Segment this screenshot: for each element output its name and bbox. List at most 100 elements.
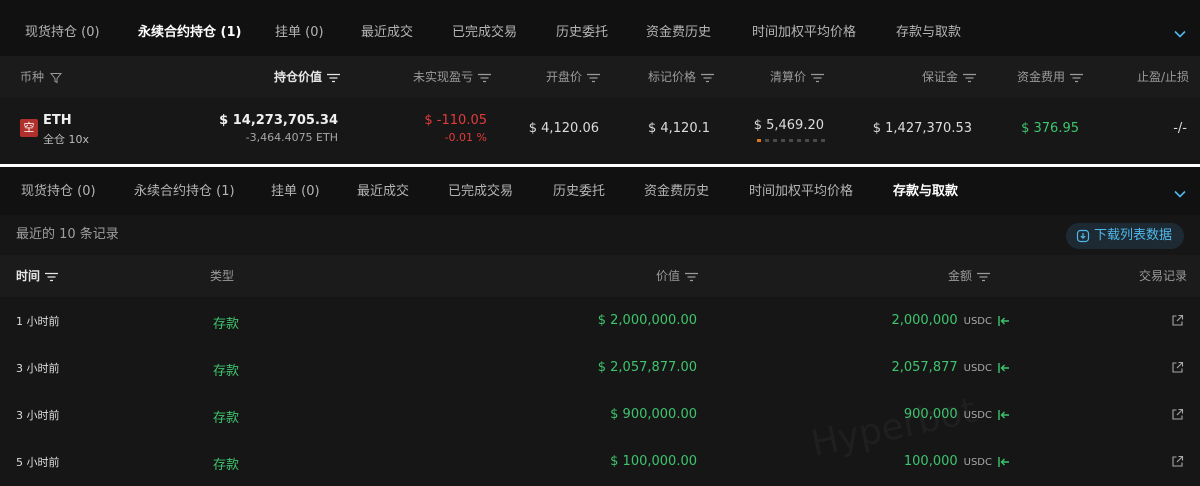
sort-icon[interactable] bbox=[811, 73, 825, 83]
column-funding[interactable]: 资金费用 bbox=[1017, 56, 1084, 98]
download-list-button[interactable]: 下载列表数据 bbox=[1065, 223, 1184, 249]
column-mark-price[interactable]: 标记价格 bbox=[648, 56, 715, 98]
tab-twap[interactable]: 时间加权平均价格 bbox=[749, 167, 853, 215]
external-link-icon[interactable] bbox=[1171, 408, 1184, 421]
external-link-icon[interactable] bbox=[1171, 314, 1184, 327]
table-row[interactable]: 3 小时前 存款 $ 2,057,877.00 2,057,877 USDC bbox=[0, 344, 1200, 391]
tab-recent-trades[interactable]: 最近成交 bbox=[361, 0, 413, 56]
tab-open-orders[interactable]: 挂单 (0) bbox=[275, 0, 324, 56]
liquidation-risk-meter bbox=[757, 139, 829, 142]
risk-segment bbox=[757, 139, 761, 142]
arrow-in-icon bbox=[998, 456, 1009, 467]
tab-bar: 现货持仓 (0) 永续合约持仓 (1) 挂单 (0) 最近成交 已完成交易 历史… bbox=[0, 0, 1200, 56]
short-side-badge: 空 bbox=[20, 119, 38, 137]
tab-bar: 现货持仓 (0) 永续合约持仓 (1) 挂单 (0) 最近成交 已完成交易 历史… bbox=[0, 167, 1200, 215]
risk-segment bbox=[797, 139, 801, 142]
record-count: 最近的 10 条记录 bbox=[16, 227, 119, 242]
tab-deposits-withdrawals[interactable]: 存款与取款 bbox=[896, 0, 961, 56]
tab-order-history[interactable]: 历史委托 bbox=[556, 0, 608, 56]
record-time: 5 小时前 bbox=[16, 456, 60, 469]
record-type: 存款 bbox=[213, 458, 240, 473]
chevron-down-icon[interactable] bbox=[1172, 186, 1188, 202]
column-amount[interactable]: 金额 bbox=[948, 255, 991, 297]
sort-icon[interactable] bbox=[977, 272, 991, 282]
arrow-in-icon bbox=[998, 409, 1009, 420]
column-coin[interactable]: 币种 bbox=[20, 56, 63, 98]
record-time: 3 小时前 bbox=[16, 362, 60, 375]
record-time: 3 小时前 bbox=[16, 409, 60, 422]
sort-icon[interactable] bbox=[1070, 73, 1084, 83]
column-entry-price[interactable]: 开盘价 bbox=[546, 56, 601, 98]
deposits-withdrawals-panel: 现货持仓 (0) 永续合约持仓 (1) 挂单 (0) 最近成交 已完成交易 历史… bbox=[0, 167, 1200, 486]
record-type: 存款 bbox=[213, 317, 240, 332]
tab-deposits-withdrawals[interactable]: 存款与取款 bbox=[893, 167, 958, 215]
risk-segment bbox=[789, 139, 793, 142]
tab-funding-history[interactable]: 资金费历史 bbox=[646, 0, 711, 56]
column-tp-sl: 止盈/止损 bbox=[1137, 70, 1190, 84]
table-row[interactable]: 1 小时前 存款 $ 2,000,000.00 2,000,000 USDC bbox=[0, 297, 1200, 344]
positions-table-header: 币种 持仓价值 未实现盈亏 开盘价 标记价格 清算价 保证金 资金费用 止盈/止… bbox=[0, 56, 1200, 98]
column-position-value[interactable]: 持仓价值 bbox=[274, 56, 341, 98]
tab-completed-trades[interactable]: 已完成交易 bbox=[448, 167, 513, 215]
download-icon bbox=[1076, 229, 1090, 242]
column-time[interactable]: 时间 bbox=[16, 255, 59, 297]
external-link-icon[interactable] bbox=[1171, 455, 1184, 468]
record-value: $ 2,000,000.00 bbox=[597, 313, 697, 328]
tab-spot-positions[interactable]: 现货持仓 (0) bbox=[25, 0, 100, 56]
funding-fee: $ 376.95 bbox=[1021, 121, 1079, 136]
column-unrealized-pnl[interactable]: 未实现盈亏 bbox=[413, 56, 492, 98]
tab-funding-history[interactable]: 资金费历史 bbox=[644, 167, 709, 215]
margin-mode-leverage: 全仓 10x bbox=[43, 133, 90, 146]
column-margin[interactable]: 保证金 bbox=[922, 56, 977, 98]
margin-value: $ 1,427,370.53 bbox=[872, 121, 972, 136]
column-liq-price[interactable]: 清算价 bbox=[770, 56, 825, 98]
sort-icon[interactable] bbox=[478, 73, 492, 83]
record-amount: 2,000,000 USDC bbox=[891, 313, 1010, 328]
position-symbol[interactable]: ETH bbox=[43, 113, 72, 128]
position-value: $ 14,273,705.34 bbox=[219, 113, 338, 128]
tab-open-orders[interactable]: 挂单 (0) bbox=[271, 167, 320, 215]
sort-icon[interactable] bbox=[685, 272, 699, 282]
record-type: 存款 bbox=[213, 364, 240, 379]
sort-icon[interactable] bbox=[963, 73, 977, 83]
record-value: $ 100,000.00 bbox=[610, 454, 697, 469]
sort-icon[interactable] bbox=[45, 272, 59, 282]
risk-segment bbox=[813, 139, 817, 142]
unrealized-pnl: $ -110.05 bbox=[424, 113, 487, 128]
sort-icon[interactable] bbox=[587, 73, 601, 83]
tab-perp-positions[interactable]: 永续合约持仓 (1) bbox=[134, 167, 235, 215]
record-value: $ 2,057,877.00 bbox=[597, 360, 697, 375]
risk-segment bbox=[773, 139, 777, 142]
position-size: -3,464.4075 ETH bbox=[245, 131, 338, 144]
records-info-bar: 最近的 10 条记录 下载列表数据 bbox=[0, 215, 1200, 255]
liquidation-price: $ 5,469.20 bbox=[753, 118, 824, 133]
external-link-icon[interactable] bbox=[1171, 361, 1184, 374]
risk-segment bbox=[805, 139, 809, 142]
record-amount: 900,000 USDC bbox=[904, 407, 1010, 422]
chevron-down-icon[interactable] bbox=[1172, 26, 1188, 42]
record-type: 存款 bbox=[213, 411, 240, 426]
tab-recent-trades[interactable]: 最近成交 bbox=[357, 167, 409, 215]
column-tx-record: 交易记录 bbox=[1139, 269, 1188, 283]
record-time: 1 小时前 bbox=[16, 315, 60, 328]
record-value: $ 900,000.00 bbox=[610, 407, 697, 422]
record-amount: 100,000 USDC bbox=[904, 454, 1010, 469]
tab-twap[interactable]: 时间加权平均价格 bbox=[752, 0, 856, 56]
column-value[interactable]: 价值 bbox=[656, 255, 699, 297]
arrow-in-icon bbox=[998, 315, 1009, 326]
filter-icon[interactable] bbox=[50, 72, 63, 84]
tab-order-history[interactable]: 历史委托 bbox=[553, 167, 605, 215]
table-row[interactable]: 5 小时前 存款 $ 100,000.00 100,000 USDC bbox=[0, 438, 1200, 485]
tp-sl-value[interactable]: -/- bbox=[1173, 121, 1187, 136]
mark-price: $ 4,120.1 bbox=[647, 121, 710, 136]
positions-panel: 现货持仓 (0) 永续合约持仓 (1) 挂单 (0) 最近成交 已完成交易 历史… bbox=[0, 0, 1200, 164]
tab-completed-trades[interactable]: 已完成交易 bbox=[452, 0, 517, 56]
table-row[interactable]: 3 小时前 存款 $ 900,000.00 900,000 USDC bbox=[0, 391, 1200, 438]
sort-icon[interactable] bbox=[701, 73, 715, 83]
record-amount: 2,057,877 USDC bbox=[891, 360, 1010, 375]
sort-icon[interactable] bbox=[327, 73, 341, 83]
tab-perp-positions[interactable]: 永续合约持仓 (1) bbox=[138, 0, 241, 56]
entry-price: $ 4,120.06 bbox=[528, 121, 599, 136]
table-row[interactable]: 空 ETH 全仓 10x $ 14,273,705.34 -3,464.4075… bbox=[0, 98, 1200, 160]
tab-spot-positions[interactable]: 现货持仓 (0) bbox=[21, 167, 96, 215]
